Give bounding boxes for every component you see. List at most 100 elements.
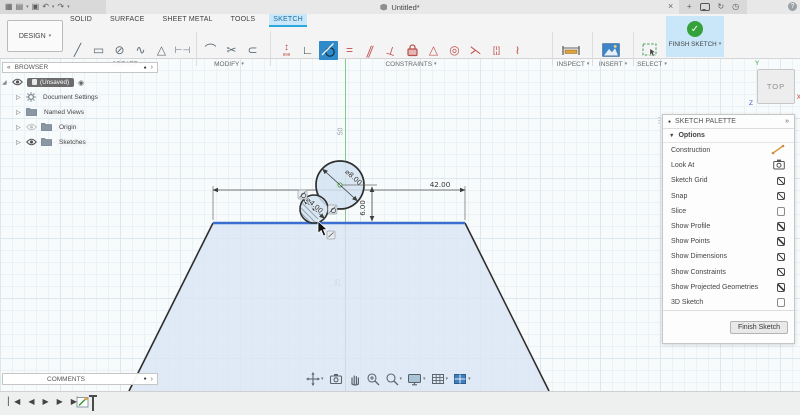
step-back-icon[interactable]: ◀: [28, 397, 34, 406]
trim-tool-icon[interactable]: ✂: [222, 41, 241, 60]
finish-sketch-button[interactable]: ✓ FINISH SKETCH▾: [666, 16, 724, 57]
spline-tool-icon[interactable]: ∿: [131, 41, 150, 60]
root-document-badge[interactable]: (Unsaved): [27, 78, 74, 88]
palette-item-show-points[interactable]: Show Points: [663, 234, 794, 249]
browser-item-named-views[interactable]: ▷Named Views: [2, 105, 172, 120]
browser-item-sketches[interactable]: ▷Sketches: [2, 135, 172, 150]
help-icon[interactable]: ?: [788, 2, 797, 11]
timeline-position-marker[interactable]: [92, 395, 94, 411]
comments-panel-header[interactable]: COMMENTS ● ›: [2, 373, 158, 385]
checkbox-checked-icon[interactable]: [777, 192, 786, 201]
zoom-window-caret-icon[interactable]: ▾: [400, 377, 403, 382]
comments-expand-icon[interactable]: ›: [151, 376, 153, 383]
palette-item-show-projected-geometries[interactable]: Show Projected Geometries: [663, 280, 794, 295]
equal-constraint-icon[interactable]: =: [340, 41, 359, 60]
go-to-start-icon[interactable]: ▏◀: [8, 397, 20, 406]
browser-item-document-settings[interactable]: ▷Document Settings: [2, 90, 172, 105]
palette-item-snap[interactable]: Snap: [663, 189, 794, 204]
perpendicular-constraint-icon[interactable]: ⟂: [380, 38, 404, 62]
tab-close-icon[interactable]: ×: [668, 1, 673, 11]
inspect-group-label[interactable]: INSPECT▾: [557, 61, 590, 68]
browser-expand-icon[interactable]: ›: [151, 64, 153, 71]
browser-root-row[interactable]: ◢ (Unsaved) ◉: [2, 75, 172, 90]
palette-item-sketch-grid[interactable]: Sketch Grid: [663, 173, 794, 188]
palette-item-3d-sketch[interactable]: 3D Sketch: [663, 295, 794, 310]
grid-snaps-icon[interactable]: ▾: [431, 372, 449, 386]
palette-item-slice[interactable]: Slice: [663, 204, 794, 219]
tab-sketch[interactable]: SKETCH: [269, 14, 307, 27]
sync-icon[interactable]: ↻: [717, 3, 724, 11]
checkbox-unchecked-icon[interactable]: [777, 298, 786, 307]
palette-item-show-constraints[interactable]: Show Constraints: [663, 265, 794, 280]
sketch-palette-header[interactable]: ● SKETCH PALETTE »: [663, 115, 794, 129]
palette-options-section[interactable]: ▼ Options: [663, 129, 794, 143]
tab-tools[interactable]: TOOLS: [227, 14, 260, 27]
pan-icon[interactable]: [348, 372, 361, 386]
camera-icon[interactable]: [773, 159, 785, 172]
tab-sheet-metal[interactable]: SHEET METAL: [158, 14, 216, 27]
browser-panel-header[interactable]: « BROWSER ● ›: [2, 62, 158, 73]
horizontal-vertical-constraint-icon[interactable]: ∟: [298, 41, 317, 60]
insert-image-icon[interactable]: [601, 41, 620, 60]
fillet-tool-icon[interactable]: ⌒: [201, 41, 220, 60]
checkbox-checked-icon[interactable]: [777, 222, 786, 231]
palette-item-look-at[interactable]: Look At: [663, 158, 794, 173]
display-settings-caret-icon[interactable]: ▾: [423, 377, 426, 382]
activate-radio-icon[interactable]: ◉: [78, 79, 84, 87]
checkbox-checked-icon[interactable]: [777, 253, 786, 262]
expand-arrow-icon[interactable]: ▷: [16, 94, 22, 101]
orbit-icon[interactable]: ▾: [306, 372, 324, 386]
orbit-caret-icon[interactable]: ▾: [321, 377, 324, 382]
viewcube-face-label[interactable]: TOP: [767, 82, 785, 91]
offset-tool-icon[interactable]: ⊂: [243, 41, 262, 60]
fix-constraint-icon[interactable]: [403, 41, 422, 60]
expand-arrow-icon[interactable]: ▷: [16, 139, 22, 146]
polygon-tool-icon[interactable]: △: [152, 41, 171, 60]
select-tool-icon[interactable]: [641, 41, 660, 60]
expand-arrow-icon[interactable]: ▷: [16, 109, 22, 116]
symmetry-constraint-icon[interactable]: [¦]: [487, 41, 506, 60]
palette-item-construction[interactable]: Construction: [663, 143, 794, 158]
rectangle-tool-icon[interactable]: ▭: [89, 41, 108, 60]
checkbox-checked-icon[interactable]: [777, 283, 786, 292]
browser-collapse-icon[interactable]: «: [7, 64, 11, 71]
new-tab-icon[interactable]: +: [687, 3, 692, 11]
eye-icon[interactable]: [26, 123, 37, 133]
checkbox-checked-icon[interactable]: [777, 268, 786, 277]
slot-tool-icon[interactable]: ⊢⊣: [173, 41, 192, 60]
checkbox-checked-icon[interactable]: [777, 177, 786, 186]
comments-dot-icon[interactable]: ●: [144, 376, 147, 382]
play-icon[interactable]: ▶: [42, 397, 48, 406]
sketch-dimension-icon[interactable]: ↕999: [277, 41, 296, 60]
coincident-constraint-icon[interactable]: ⋋: [466, 41, 485, 60]
checkbox-unchecked-icon[interactable]: [777, 207, 786, 216]
insert-group-label[interactable]: INSERT▾: [599, 61, 627, 68]
finish-sketch-palette-button[interactable]: Finish Sketch: [730, 321, 788, 334]
palette-item-show-profile[interactable]: Show Profile: [663, 219, 794, 234]
construction-icon[interactable]: [771, 144, 785, 157]
eye-icon[interactable]: [26, 138, 37, 148]
recent-icon[interactable]: ◷: [732, 3, 739, 11]
palette-item-show-dimensions[interactable]: Show Dimensions: [663, 249, 794, 264]
look-at-icon[interactable]: [329, 372, 343, 386]
expand-arrow-icon[interactable]: ▷: [16, 124, 22, 131]
browser-dot-icon[interactable]: ●: [144, 65, 147, 71]
palette-collapse-icon[interactable]: »: [785, 118, 789, 125]
timeline-sketch-feature[interactable]: [76, 395, 94, 411]
profile-fill[interactable]: [129, 223, 549, 391]
viewports-caret-icon[interactable]: ▾: [468, 377, 471, 382]
concentric-constraint-icon[interactable]: ◎: [445, 41, 464, 60]
midpoint-constraint-icon[interactable]: △: [424, 41, 443, 60]
eye-icon[interactable]: [12, 78, 23, 88]
options-expand-icon[interactable]: ▼: [669, 133, 674, 139]
viewcube[interactable]: TOP Y X Z: [757, 69, 795, 104]
tab-solid[interactable]: SOLID: [66, 14, 96, 27]
modify-group-label[interactable]: MODIFY▾: [214, 61, 244, 68]
tab-surface[interactable]: SURFACE: [106, 14, 148, 27]
tangent-constraint-badge[interactable]: [298, 190, 307, 199]
step-forward-icon[interactable]: ▶: [57, 397, 63, 406]
comment-icon[interactable]: [700, 3, 710, 11]
browser-item-origin[interactable]: ▷Origin: [2, 120, 172, 135]
tangent-constraint-badge[interactable]: [328, 205, 337, 214]
measure-tool-icon[interactable]: [561, 41, 580, 60]
